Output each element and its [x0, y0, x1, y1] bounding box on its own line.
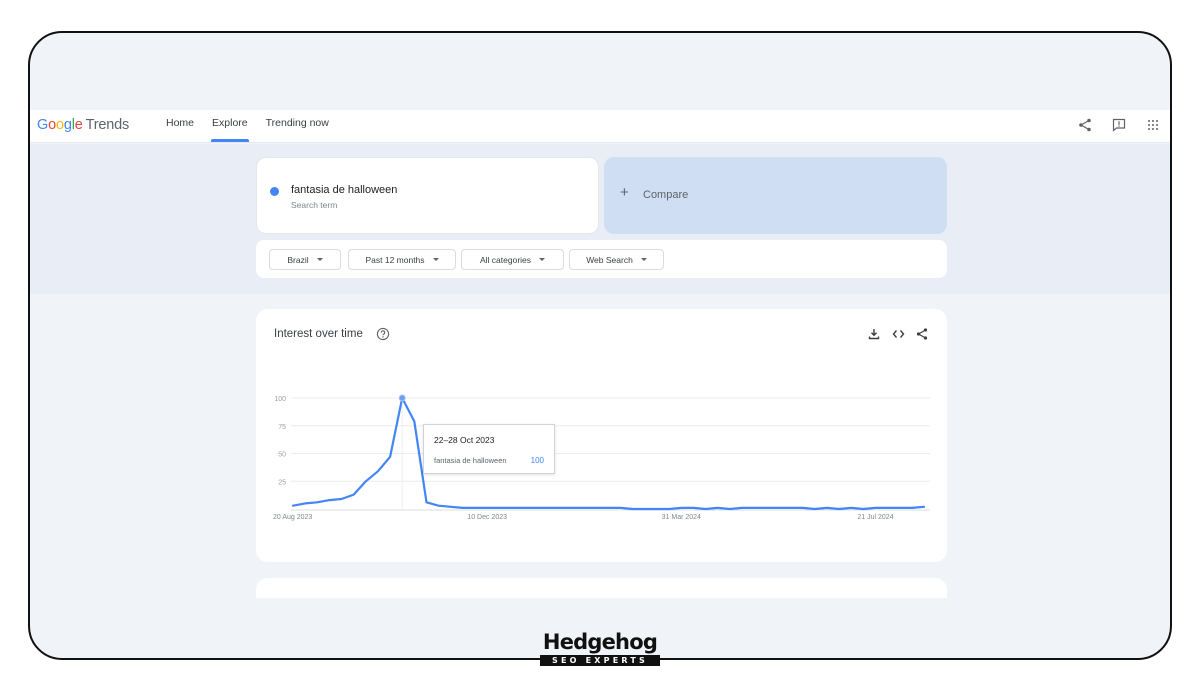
nav-explore[interactable]: Explore	[203, 110, 257, 143]
watermark-name: Hedgehog	[542, 630, 658, 654]
logo-product: Trends	[85, 117, 130, 133]
highlight-point	[398, 394, 406, 402]
top-icons	[1074, 114, 1164, 136]
filter-label: All categories	[479, 254, 532, 265]
filter-label: Web Search	[586, 254, 633, 265]
y-tick-label: 25	[278, 479, 286, 486]
search-term[interactable]: fantasia de halloween	[291, 184, 397, 196]
watermark-logo: Hedgehog SEO EXPERTS	[538, 630, 662, 666]
logo-letter: G	[37, 117, 49, 133]
x-tick-label: 21 Jul 2024	[857, 514, 893, 521]
x-tick-label: 10 Dec 2023	[467, 514, 507, 521]
tooltip-date: 22–28 Oct 2023	[434, 435, 495, 445]
feedback-icon[interactable]	[1108, 114, 1130, 136]
apps-grid-icon[interactable]	[1142, 114, 1164, 136]
tooltip-value: 100	[530, 456, 544, 465]
logo-letter: e	[74, 117, 83, 133]
y-tick-label: 50	[278, 452, 286, 459]
search-term-card[interactable]: fantasia de halloween Search term	[256, 157, 599, 234]
top-bar: Google Trends Home Explore Trending now	[30, 110, 1170, 143]
logo-letter: g	[63, 117, 72, 133]
caret-down-icon	[316, 258, 323, 261]
nav-home[interactable]: Home	[157, 110, 203, 143]
next-section-card	[256, 578, 947, 598]
compare-label: Compare	[643, 189, 689, 201]
filter-label: Brazil	[287, 254, 309, 265]
screenshot-frame: Google Trends Home Explore Trending now f…	[28, 31, 1172, 660]
x-tick-label: 31 Mar 2024	[662, 514, 701, 521]
filter-region[interactable]: Brazil	[269, 249, 341, 270]
x-tick-label: 20 Aug 2023	[273, 514, 312, 521]
y-tick-label: 75	[278, 424, 286, 431]
filter-time-range[interactable]: Past 12 months	[348, 249, 456, 270]
filter-label: Past 12 months	[365, 254, 425, 265]
chart-tooltip: 22–28 Oct 2023 fantasia de halloween 100	[423, 424, 555, 474]
logo-letter: o	[48, 117, 56, 133]
filter-category[interactable]: All categories	[461, 249, 564, 270]
caret-down-icon	[432, 258, 439, 261]
compare-button[interactable]: + Compare	[604, 157, 947, 234]
google-trends-logo[interactable]: Google Trends	[37, 117, 129, 133]
filter-search-type[interactable]: Web Search	[569, 249, 664, 270]
watermark-tagline: SEO EXPERTS	[540, 655, 660, 666]
caret-down-icon	[640, 258, 647, 261]
caret-down-icon	[539, 258, 546, 261]
tooltip-term: fantasia de halloween	[434, 456, 507, 465]
interest-chart[interactable]: 25 50 75 100 20 Aug 2023 10 Dec 2023 31 Mar 20…	[256, 309, 947, 562]
interest-over-time-card: Interest over time 25 50 75 100 20 Aug 2023 1…	[256, 309, 947, 562]
plus-icon: +	[620, 184, 629, 201]
term-color-dot	[270, 187, 279, 196]
logo-letter: o	[55, 117, 64, 133]
main-nav: Home Explore Trending now	[157, 110, 338, 143]
search-term-type: Search term	[291, 200, 338, 210]
share-icon[interactable]	[1074, 114, 1096, 136]
nav-trending-now[interactable]: Trending now	[257, 110, 338, 143]
y-tick-label: 100	[274, 396, 286, 403]
filters-bar: Brazil Past 12 months All categories Web…	[256, 240, 947, 278]
